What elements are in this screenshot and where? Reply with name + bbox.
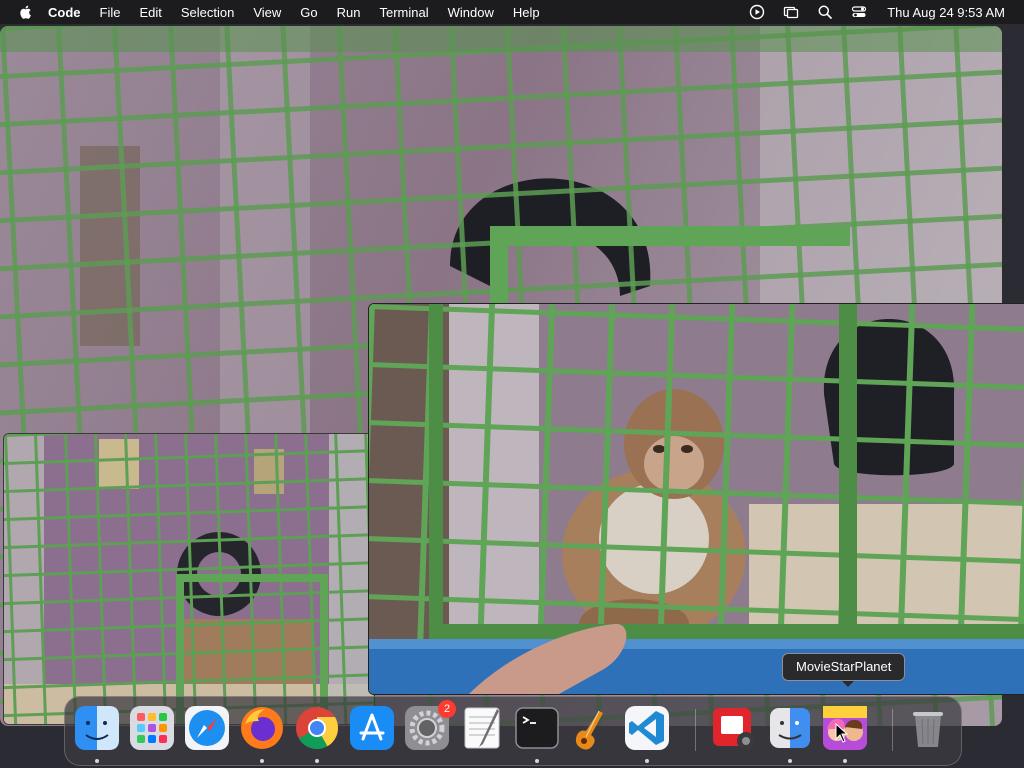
- cage-video-frame-small: [4, 434, 374, 724]
- dock-item-app-store[interactable]: [349, 705, 395, 751]
- menu-edit[interactable]: Edit: [139, 5, 161, 20]
- menu-app-name[interactable]: Code: [48, 5, 81, 20]
- chrome-icon: [296, 707, 339, 750]
- menu-window[interactable]: Window: [448, 5, 494, 20]
- running-indicator: [843, 759, 847, 763]
- video-window-front[interactable]: [368, 303, 1024, 695]
- mouse-cursor-icon: [835, 723, 849, 743]
- running-indicator: [260, 759, 264, 763]
- control-center-icon[interactable]: [851, 4, 867, 20]
- dock-item-textedit[interactable]: [459, 705, 505, 751]
- running-indicator: [315, 759, 319, 763]
- dock-item-safari[interactable]: [184, 705, 230, 751]
- menu-terminal[interactable]: Terminal: [380, 5, 429, 20]
- apple-logo-icon[interactable]: [18, 4, 34, 20]
- terminal-icon: [515, 707, 559, 749]
- menu-file[interactable]: File: [100, 5, 121, 20]
- dock-item-firefox[interactable]: [239, 705, 285, 763]
- dock-item-finder-window[interactable]: [767, 705, 813, 763]
- running-indicator: [535, 759, 539, 763]
- dock-item-vscode[interactable]: [624, 705, 670, 763]
- dock-item-terminal[interactable]: [514, 705, 560, 763]
- play-circle-icon[interactable]: [749, 4, 765, 20]
- notification-badge: 2: [438, 700, 456, 718]
- screen-mirroring-icon[interactable]: [783, 4, 799, 20]
- launchpad-icon: [130, 706, 174, 750]
- photo-booth-icon: [713, 708, 755, 750]
- finder-window-icon: [770, 708, 810, 748]
- textedit-icon: [464, 707, 500, 749]
- trash-icon: [913, 712, 943, 747]
- dock-item-photo-booth[interactable]: [712, 705, 758, 751]
- dock-item-trash[interactable]: [905, 705, 951, 751]
- status-area: Thu Aug 24 9:53 AM: [731, 0, 1024, 24]
- video-window-left[interactable]: [3, 433, 375, 725]
- finder-icon: [75, 706, 119, 750]
- dock-separator: [892, 709, 893, 751]
- dock-item-launchpad[interactable]: [129, 705, 175, 751]
- dock-item-chrome[interactable]: [294, 705, 340, 763]
- safari-icon: [185, 706, 229, 750]
- menu-bar: Code File Edit Selection View Go Run Ter…: [0, 0, 1024, 24]
- menu-go[interactable]: Go: [300, 5, 317, 20]
- vscode-icon: [625, 706, 669, 750]
- dock-item-finder[interactable]: [74, 705, 120, 763]
- garageband-icon: [575, 710, 603, 750]
- running-indicator: [645, 759, 649, 763]
- menu-help[interactable]: Help: [513, 5, 540, 20]
- firefox-icon: [241, 707, 283, 749]
- dock-separator: [695, 709, 696, 751]
- search-icon[interactable]: [817, 4, 833, 20]
- menu-view[interactable]: View: [253, 5, 281, 20]
- dock-item-system-settings[interactable]: 2: [404, 700, 456, 751]
- dock-item-garageband[interactable]: [569, 705, 615, 751]
- monkey-video-frame: [369, 304, 1024, 694]
- menu-clock[interactable]: Thu Aug 24 9:53 AM: [887, 5, 1005, 20]
- menu-run[interactable]: Run: [337, 5, 361, 20]
- dock: 2: [64, 696, 962, 766]
- running-indicator: [95, 759, 99, 763]
- dock-tooltip: MovieStarPlanet: [782, 653, 906, 687]
- app-store-icon: [350, 706, 394, 750]
- running-indicator: [788, 759, 792, 763]
- menu-selection[interactable]: Selection: [181, 5, 234, 20]
